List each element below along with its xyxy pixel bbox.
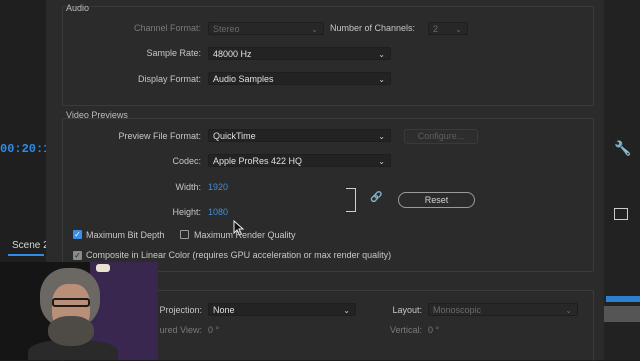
width-value[interactable]: 1920 xyxy=(208,182,228,192)
configure-button[interactable]: Configure... xyxy=(404,129,478,144)
webcam-lamp xyxy=(96,264,110,272)
webcam-overlay xyxy=(0,262,158,360)
video-previews-title: Video Previews xyxy=(66,110,128,120)
timeline-clip[interactable] xyxy=(604,306,640,322)
chevron-down-icon: ⌄ xyxy=(378,157,385,166)
chevron-down-icon: ⌄ xyxy=(343,306,350,315)
wrench-icon[interactable]: 🔧 xyxy=(614,140,631,157)
export-frame-icon[interactable] xyxy=(614,208,628,220)
sample-rate-dropdown[interactable]: 48000 Hz ⌄ xyxy=(208,47,391,60)
width-label: Width: xyxy=(175,182,201,192)
webcam-presenter-glasses xyxy=(52,298,90,307)
checkmark-icon: ✓ xyxy=(74,230,81,239)
num-channels-label: Number of Channels: xyxy=(330,23,416,33)
preview-file-format-dropdown[interactable]: QuickTime ⌄ xyxy=(208,129,391,142)
sample-rate-label: Sample Rate: xyxy=(146,48,201,58)
channel-format-dropdown: Stereo ⌄ xyxy=(208,22,324,35)
audio-section-title: Audio xyxy=(66,3,90,13)
checkmark-icon: ✓ xyxy=(74,251,81,260)
tab-scene-2[interactable]: Scene 2 xyxy=(12,240,49,251)
chevron-down-icon: ⌄ xyxy=(565,306,572,315)
webcam-presenter-beard xyxy=(48,316,94,346)
channel-format-value: Stereo xyxy=(213,24,240,34)
preview-file-format-label: Preview File Format: xyxy=(118,131,201,141)
reset-button[interactable]: Reset xyxy=(398,192,475,208)
chevron-down-icon: ⌄ xyxy=(378,75,385,84)
display-format-value: Audio Samples xyxy=(213,74,274,84)
sample-rate-value: 48000 Hz xyxy=(213,49,252,59)
codec-value: Apple ProRes 422 HQ xyxy=(213,156,303,166)
link-icon[interactable]: 🔗 xyxy=(370,192,382,203)
active-tab-indicator xyxy=(8,254,44,256)
linear-color-checkbox[interactable]: ✓ xyxy=(73,251,82,260)
height-value[interactable]: 1080 xyxy=(208,207,228,217)
height-label: Height: xyxy=(172,207,201,217)
preview-file-format-value: QuickTime xyxy=(213,131,256,141)
codec-label: Codec: xyxy=(172,156,201,166)
max-render-quality-label: Maximum Render Quality xyxy=(194,230,296,240)
max-bit-depth-checkbox[interactable]: ✓ xyxy=(73,230,82,239)
linear-color-label: Composite in Linear Color (requires GPU … xyxy=(86,250,392,260)
timeline-clip[interactable] xyxy=(606,296,640,302)
timecode-display: 00:20:1 xyxy=(0,142,51,156)
layout-dropdown: Monoscopic ⌄ xyxy=(428,303,578,316)
display-format-label: Display Format: xyxy=(137,74,201,84)
num-channels-value: 2 xyxy=(433,24,439,34)
aspect-link-bracket xyxy=(346,188,356,212)
layout-value: Monoscopic xyxy=(433,305,482,315)
display-format-dropdown[interactable]: Audio Samples ⌄ xyxy=(208,72,391,85)
chevron-down-icon: ⌄ xyxy=(311,25,318,34)
layout-label: Layout: xyxy=(392,305,422,315)
chevron-down-icon: ⌄ xyxy=(378,50,385,59)
chevron-down-icon: ⌄ xyxy=(378,132,385,141)
vertical-value: 0 ° xyxy=(428,325,440,335)
projection-dropdown[interactable]: None ⌄ xyxy=(208,303,356,316)
vertical-label: Vertical: xyxy=(389,325,422,335)
codec-dropdown[interactable]: Apple ProRes 422 HQ ⌄ xyxy=(208,154,391,167)
captured-view-value: 0 ° xyxy=(208,325,220,335)
chevron-down-icon: ⌄ xyxy=(455,25,462,34)
max-render-quality-checkbox[interactable] xyxy=(180,230,189,239)
channel-format-label: Channel Format: xyxy=(133,23,201,33)
num-channels-dropdown: 2 ⌄ xyxy=(428,22,468,35)
projection-value: None xyxy=(213,305,235,315)
max-bit-depth-label: Maximum Bit Depth xyxy=(86,230,165,240)
